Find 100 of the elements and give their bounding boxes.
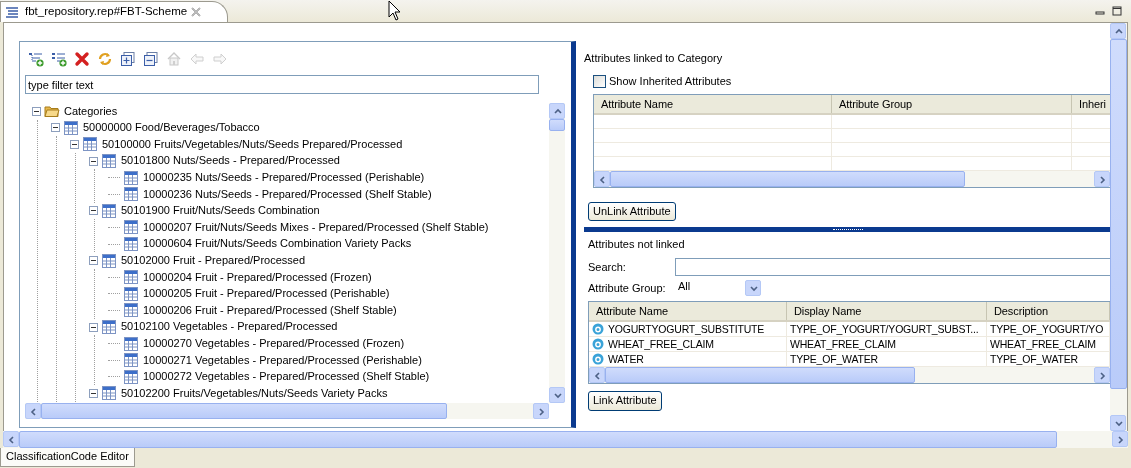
folder-icon: [44, 103, 60, 120]
scroll-right-button[interactable]: [1112, 431, 1128, 447]
collapse-toggle-icon[interactable]: [89, 206, 98, 216]
scroll-right-button[interactable]: [1094, 171, 1110, 188]
scroll-thumb[interactable]: [610, 171, 965, 188]
scroll-left-button[interactable]: [589, 367, 605, 384]
tree-item-label[interactable]: 50101800 Nuts/Seeds - Prepared/Processed: [120, 154, 341, 168]
column-header[interactable]: Attribute Name: [594, 95, 832, 114]
tree-item-label[interactable]: 10000206 Fruit - Prepared/Processed (Shelf Stable): [142, 303, 398, 317]
scroll-left-button[interactable]: [3, 431, 19, 447]
chevron-down-icon: [552, 390, 562, 400]
list-icon: [5, 6, 21, 18]
table-icon: [123, 269, 139, 286]
table-icon: [123, 219, 139, 236]
scroll-left-button[interactable]: [594, 171, 610, 188]
table-cell: WHEAT_FREE_CLAIM: [990, 338, 1096, 351]
chevron-up-icon: [552, 106, 562, 116]
search-label: Search:: [588, 260, 627, 274]
collapse-toggle-icon[interactable]: [70, 140, 79, 149]
table-icon: [101, 385, 117, 402]
table-icon: [101, 252, 117, 269]
filter-field[interactable]: type filter text: [25, 75, 539, 94]
unlink-attribute-button[interactable]: UnLink Attribute: [588, 202, 676, 222]
chevron-right-icon: [1115, 434, 1125, 444]
tree-item-label[interactable]: 10000604 Fruit/Nuts/Seeds Combination Variety Packs: [142, 237, 413, 251]
refresh-icon[interactable]: [97, 51, 113, 67]
table-icon: [123, 169, 139, 186]
table-icon: [123, 285, 139, 302]
close-icon[interactable]: [191, 7, 202, 17]
tree-item-label[interactable]: 10000272 Vegetables - Prepared/Processed (Shelf Stable): [142, 370, 431, 384]
delete-icon[interactable]: [74, 51, 90, 67]
scroll-up-button[interactable]: [1110, 23, 1126, 39]
table-icon: [123, 302, 139, 319]
editor-tab[interactable]: ClassificationCode Editor: [0, 448, 135, 467]
tree-item-label[interactable]: 50102100 Vegetables - Prepared/Processed: [120, 320, 339, 334]
scroll-left-button[interactable]: [25, 403, 41, 419]
table-icon: [101, 202, 117, 219]
tree-item-label[interactable]: 50100000 Fruits/Vegetables/Nuts/Seeds Prepared/Processed: [101, 137, 404, 152]
column-header[interactable]: Display Name: [787, 302, 987, 321]
collapse-toggle-icon[interactable]: [89, 156, 98, 166]
table-cell: WATER: [608, 353, 644, 366]
table-icon: [82, 136, 98, 153]
chevron-left-icon: [597, 174, 607, 184]
scroll-thumb[interactable]: [605, 367, 915, 384]
scroll-thumb[interactable]: [41, 403, 447, 419]
attribute-group-label: Attribute Group:: [588, 281, 667, 295]
scroll-down-button[interactable]: [549, 387, 565, 403]
column-header[interactable]: Attribute Group: [832, 95, 1072, 114]
section-title: Attributes linked to Category: [584, 52, 724, 66]
chevron-right-icon: [536, 406, 546, 416]
add-sibling-icon[interactable]: [51, 51, 67, 67]
table-cell: TYPE_OF_YOGURT/YOGURT_SUBST...: [790, 323, 979, 336]
table-cell: YOGURTYOGURT_SUBSTITUTE: [608, 323, 765, 336]
tree-item-label[interactable]: 10000235 Nuts/Seeds - Prepared/Processed (Perishable): [142, 171, 426, 185]
scroll-thumb[interactable]: [549, 119, 565, 131]
tree-item-label[interactable]: 10000204 Fruit - Prepared/Processed (Frozen): [142, 270, 373, 284]
tree-item-label[interactable]: Categories: [63, 104, 119, 118]
dropdown-value[interactable]: All: [675, 279, 745, 293]
splitter-bar[interactable]: [584, 227, 1110, 233]
dropdown-button[interactable]: [745, 280, 761, 297]
tree-item-label[interactable]: 10000205 Fruit - Prepared/Processed (Perishable): [142, 287, 391, 301]
tree-item-label[interactable]: 50102200 Fruits/Vegetables/Nuts/Seeds Variety Packs: [120, 386, 389, 400]
table-icon: [123, 352, 139, 369]
expand-all-icon[interactable]: [120, 51, 136, 67]
section-title: Attributes not linked: [588, 238, 686, 253]
chevron-down-icon: [1113, 418, 1123, 428]
table-cell: WHEAT_FREE_CLAIM: [608, 338, 714, 351]
chevron-right-icon: [1097, 370, 1107, 380]
tree-item-label[interactable]: 50000000 Food/Beverages/Tobacco: [82, 121, 261, 135]
tree-item-label[interactable]: 10000207 Fruit/Nuts/Seeds Mixes - Prepared/Processed (Shelf Stable): [142, 220, 490, 235]
collapse-all-icon[interactable]: [143, 51, 159, 67]
maximize-icon[interactable]: [1112, 6, 1123, 16]
table-cell: WHEAT_FREE_CLAIM: [790, 338, 896, 351]
tree-item-label[interactable]: 10000270 Vegetables - Prepared/Processed (Frozen): [142, 337, 406, 351]
chevron-left-icon: [592, 370, 602, 380]
tree-item-label[interactable]: 50101900 Fruit/Nuts/Seeds Combination: [120, 204, 321, 218]
scroll-up-button[interactable]: [549, 103, 565, 119]
attribute-icon: [592, 323, 604, 336]
table-icon: [123, 368, 139, 385]
scroll-right-button[interactable]: [1094, 367, 1110, 384]
add-child-icon[interactable]: [28, 51, 44, 67]
collapse-toggle-icon[interactable]: [89, 388, 98, 398]
collapse-toggle-icon[interactable]: [32, 106, 41, 116]
table-cell: TYPE_OF_WATER: [790, 353, 878, 366]
collapse-toggle-icon[interactable]: [89, 256, 98, 266]
tree-item-label[interactable]: 50102000 Fruit - Prepared/Processed: [120, 254, 307, 268]
chevron-right-icon: [1097, 174, 1107, 184]
link-attribute-button[interactable]: Link Attribute: [588, 391, 662, 411]
collapse-toggle-icon[interactable]: [89, 322, 98, 332]
tree-item-label[interactable]: 10000271 Vegetables - Prepared/Processed (Perishable): [142, 353, 423, 367]
editor-tab[interactable]: fbt_repository.rep#FBT-Scheme: [0, 1, 229, 22]
checkbox[interactable]: [593, 75, 606, 89]
scroll-right-button[interactable]: [533, 403, 549, 419]
collapse-toggle-icon[interactable]: [51, 123, 60, 133]
tree-item-label[interactable]: 10000236 Nuts/Seeds - Prepared/Processed (Shelf Stable): [142, 187, 433, 201]
attribute-icon: [592, 338, 604, 351]
search-field[interactable]: [675, 258, 1110, 277]
scroll-down-button[interactable]: [1110, 415, 1126, 431]
column-header[interactable]: Attribute Name: [589, 302, 787, 321]
table-icon: [123, 186, 139, 203]
